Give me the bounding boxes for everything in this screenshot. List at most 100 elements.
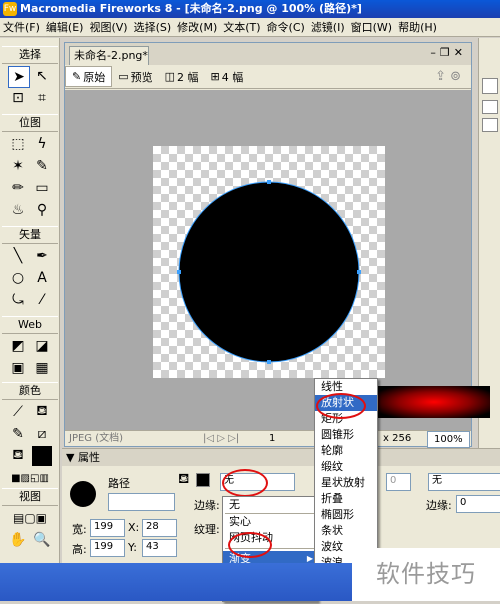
menu-window[interactable]: 窗口(W) [348, 19, 395, 35]
show-slices-icon[interactable]: ▦ [32, 358, 52, 378]
path-point-left[interactable] [177, 270, 181, 274]
edge-right-field[interactable]: 0 [456, 495, 500, 513]
annotation-circle-fill [222, 469, 268, 497]
width-field[interactable]: 199 [90, 519, 125, 537]
stroke-type-select[interactable]: 无 [428, 473, 500, 491]
gradient-cone[interactable]: 圆锥形 [315, 427, 377, 443]
slice-tool-icon[interactable]: ◪ [32, 336, 52, 356]
2up-icon: ◫ [164, 70, 176, 83]
height-label: 高: [72, 543, 87, 556]
x-field[interactable]: 28 [142, 519, 177, 537]
magic-wand-icon[interactable]: ✶ [8, 156, 28, 176]
texture-label: 纹理: [194, 523, 220, 536]
knife-tool-icon[interactable]: ⁄ [32, 290, 52, 310]
stroke-color-icon[interactable]: ✎ [8, 424, 28, 444]
gradient-elliptical[interactable]: 椭圆形 [315, 507, 377, 523]
hotspot-tool-icon[interactable]: ◩ [8, 336, 28, 356]
text-tool-icon[interactable]: A [32, 268, 52, 288]
pointer-tool-icon[interactable]: ➤ [8, 66, 30, 88]
y-label: Y: [128, 541, 137, 554]
tools-view-heading: 视图 [2, 488, 58, 506]
watermark-text: 软件技巧 [352, 548, 500, 601]
frame-controls-icon[interactable]: |◁ ▷ ▷| [203, 431, 239, 446]
ellipse-tool-icon[interactable]: ○ [8, 268, 28, 288]
height-field[interactable]: 199 [90, 539, 125, 557]
fill-menu-solid[interactable]: 实心 [223, 514, 317, 530]
marquee-tool-icon[interactable]: ⬚ [8, 134, 28, 154]
object-type-label: 路径 [108, 477, 130, 490]
menu-file[interactable]: 文件(F) [0, 19, 43, 35]
title-bar: Macromedia Fireworks 8 - [未命名-2.png @ 10… [0, 0, 500, 18]
fill-color-swatch[interactable] [32, 446, 52, 466]
path-point-bottom[interactable] [267, 360, 271, 364]
y-field[interactable]: 43 [142, 539, 177, 557]
opacity-field[interactable]: 0 [386, 473, 411, 491]
window-controls[interactable]: –❐✕ [430, 46, 467, 59]
gradient-bars[interactable]: 条状 [315, 523, 377, 539]
brush-tool-icon[interactable]: ✎ [32, 156, 52, 176]
path-point-top[interactable] [267, 180, 271, 184]
gradient-folds[interactable]: 折叠 [315, 491, 377, 507]
close-icon[interactable]: ✕ [454, 46, 467, 59]
hand-tool-icon[interactable]: ✋ [8, 530, 28, 550]
menu-commands[interactable]: 命令(C) [264, 19, 308, 35]
path-point-right[interactable] [357, 270, 361, 274]
zoom-select[interactable]: 100% [427, 431, 470, 448]
black-circle-path[interactable] [178, 181, 360, 363]
menu-view[interactable]: 视图(V) [86, 19, 130, 35]
tools-colors-heading: 颜色 [2, 382, 58, 400]
tools-panel: 选择 ➤ ↖ ⊡ ⌗ 位图 ⬚ ϟ ✶ ✎ ✏ ▭ ♨ ⚲ 矢量 ╲ ✒ ○ A… [0, 38, 60, 563]
menu-help[interactable]: 帮助(H) [395, 19, 440, 35]
gradient-satin[interactable]: 缎纹 [315, 459, 377, 475]
menu-text[interactable]: 文本(T) [220, 19, 263, 35]
subselect-tool-icon[interactable]: ↖ [32, 66, 52, 86]
swap-colors-icon[interactable]: ■▨◱▥ [4, 468, 56, 488]
restore-icon[interactable]: ❐ [440, 46, 454, 59]
layer-icon-2[interactable] [482, 118, 498, 132]
stroke-none-swatch[interactable]: ⧄ [32, 424, 52, 444]
view-preview-button[interactable]: ▭ 预览 [112, 69, 158, 85]
canvas-size: x 256 [383, 433, 412, 444]
tools-bitmap-heading: 位图 [2, 114, 58, 132]
menu-edit[interactable]: 编辑(E) [43, 19, 87, 35]
export-icon[interactable]: ⇪ ⊚ [435, 69, 461, 84]
pen-tool-icon[interactable]: ✒ [32, 246, 52, 266]
fill-color-icon[interactable]: ⛾ [8, 446, 28, 466]
menu-select[interactable]: 选择(S) [131, 19, 175, 35]
freeform-tool-icon[interactable]: ⤿ [8, 290, 28, 310]
fill-menu-none[interactable]: 无 [223, 497, 317, 513]
menu-filters[interactable]: 滤镜(I) [308, 19, 348, 35]
panel-icon[interactable] [482, 78, 498, 94]
hide-slices-icon[interactable]: ▣ [8, 358, 28, 378]
crop-tool-icon[interactable]: ⌗ [32, 88, 52, 108]
menu-modify[interactable]: 修改(M) [174, 19, 220, 35]
minimize-icon[interactable]: – [430, 46, 440, 59]
screen-mode-icon[interactable]: ▤▢▣ [4, 508, 56, 528]
view-4up-button[interactable]: ⊞ 4 幅 [205, 69, 250, 85]
view-2up-button[interactable]: ◫ 2 幅 [159, 69, 205, 85]
gradient-preview [378, 386, 490, 418]
stamp-tool-icon[interactable]: ⚲ [32, 200, 52, 220]
object-name-field[interactable] [108, 493, 175, 511]
canvas-area[interactable] [65, 90, 471, 430]
edge-label-right: 边缘: [426, 499, 452, 512]
tools-select-heading: 选择 [2, 46, 58, 64]
gradient-starburst[interactable]: 星状放射 [315, 475, 377, 491]
eyedropper-tool-icon[interactable]: ⟋ [8, 402, 28, 422]
frame-number: 1 [269, 433, 276, 444]
pencil-tool-icon[interactable]: ✏ [8, 178, 28, 198]
lasso-tool-icon[interactable]: ϟ [32, 134, 52, 154]
zoom-tool-icon[interactable]: 🔍 [32, 530, 52, 550]
fill-swatch[interactable] [196, 473, 210, 487]
scale-tool-icon[interactable]: ⊡ [8, 88, 28, 108]
canvas-drawing[interactable] [65, 90, 471, 430]
layer-icon[interactable] [482, 100, 498, 114]
properties-header[interactable]: ▼ 属性 [62, 449, 500, 466]
eraser-tool-icon[interactable]: ▭ [32, 178, 52, 198]
line-tool-icon[interactable]: ╲ [8, 246, 28, 266]
document-tab[interactable]: 未命名-2.png* [69, 46, 149, 65]
gradient-contour[interactable]: 轮廓 [315, 443, 377, 459]
blur-tool-icon[interactable]: ♨ [8, 200, 28, 220]
view-original-button[interactable]: ✎ 原始 [65, 66, 113, 87]
paint-bucket-icon[interactable]: ⛾ [32, 402, 52, 422]
